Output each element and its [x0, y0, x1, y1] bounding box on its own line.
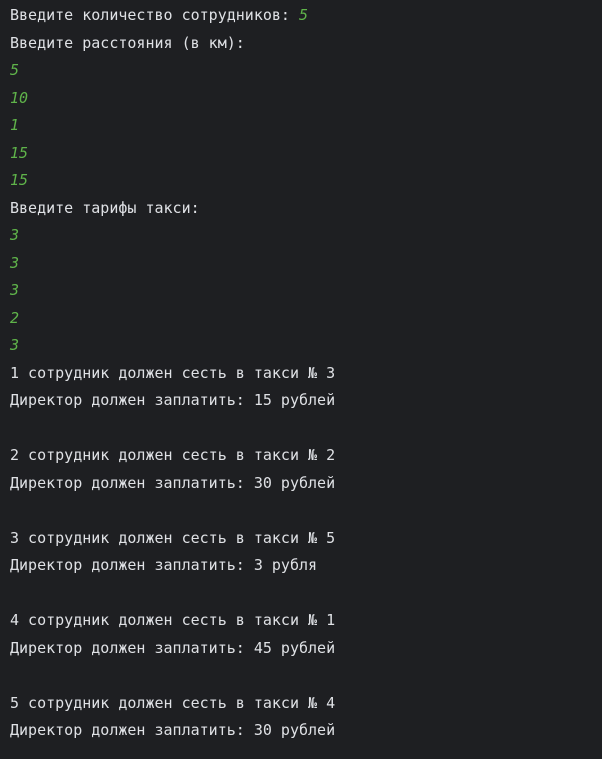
distance-input-value: 10 — [10, 88, 29, 107]
distance-input-value: 5 — [10, 61, 20, 79]
result-payment-line: Директор должен заплатить: 45 рублей — [10, 638, 336, 657]
result-payment-line: Директор должен заплатить: 30 рублей — [10, 721, 336, 739]
result-assignment-line: 3 сотрудник должен сесть в такси № 5 — [10, 528, 336, 547]
distances-prompt: Введите расстояния (в км): — [10, 33, 245, 52]
tariff-input-value: 3 — [10, 253, 20, 272]
result-payment-line: Директор должен заплатить: 3 рубля — [10, 556, 318, 574]
tariff-input-value: 2 — [10, 308, 20, 327]
result-assignment-line: 5 сотрудник должен сесть в такси № 4 — [10, 693, 336, 712]
result-assignment-line: 4 сотрудник должен сесть в такси № 1 — [10, 611, 336, 629]
tariff-input-value: 3 — [10, 281, 20, 299]
distance-input-value: 15 — [10, 143, 29, 162]
result-payment-line: Директор должен заплатить: 15 рублей — [10, 391, 336, 409]
console-output[interactable]: Введите количество сотрудников: 5 Введит… — [0, 0, 602, 759]
result-payment-line: Директор должен заплатить: 30 рублей — [10, 473, 336, 492]
distance-input-value: 15 — [10, 171, 29, 189]
tariff-input-value: 3 — [10, 226, 20, 244]
tariff-input-value: 3 — [10, 336, 20, 354]
result-assignment-line: 1 сотрудник должен сесть в такси № 3 — [10, 363, 336, 382]
count-input-value: 5 — [298, 6, 309, 24]
count-prompt-text: Введите количество сотрудников: — [10, 6, 299, 24]
result-assignment-line: 2 сотрудник должен сесть в такси № 2 — [10, 446, 336, 464]
tariffs-prompt: Введите тарифы такси: — [10, 198, 200, 217]
distance-input-value: 1 — [10, 116, 20, 134]
console-line-count-prompt: Введите количество сотрудников: 5 — [10, 2, 602, 30]
